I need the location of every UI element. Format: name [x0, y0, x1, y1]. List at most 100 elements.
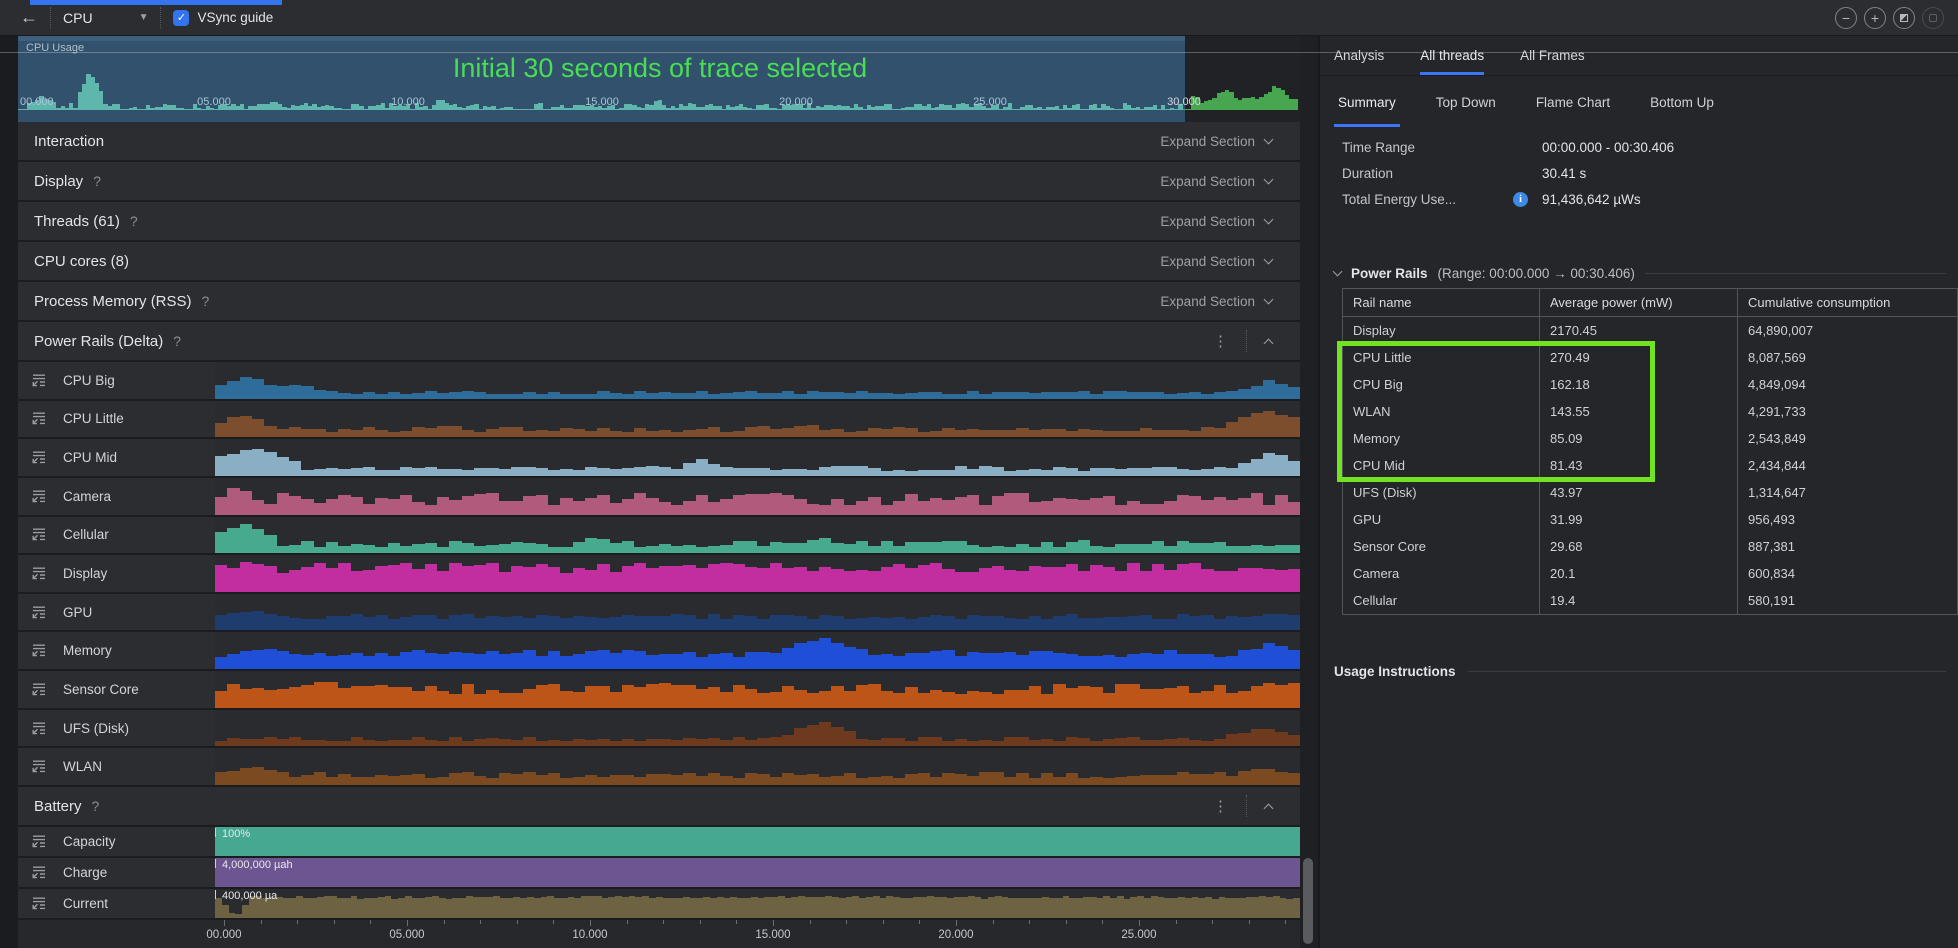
vsync-checkbox-group[interactable]: ✓ VSync guide: [173, 10, 273, 26]
track-label[interactable]: WLAN: [0, 748, 215, 785]
tab-all-frames[interactable]: All Frames: [1520, 48, 1585, 75]
tab-analysis[interactable]: Analysis: [1334, 48, 1384, 75]
power-rails-section-header[interactable]: Power Rails (Delta) ? ⋮: [0, 322, 1300, 362]
track-chart[interactable]: [215, 555, 1300, 592]
section-row-display[interactable]: Display?Expand Section: [0, 162, 1300, 202]
track-label[interactable]: Sensor Core: [0, 671, 215, 708]
scrollbar-thumb[interactable]: [1303, 858, 1313, 944]
section-row-threads-61-[interactable]: Threads (61)?Expand Section: [0, 202, 1300, 242]
power-rails-collapsible-header[interactable]: Power Rails (Range: 00:00.000 → 00:30.40…: [1334, 266, 1946, 281]
tab-top-down[interactable]: Top Down: [1432, 81, 1500, 127]
track-handle-icon[interactable]: [30, 682, 47, 697]
table-row[interactable]: CPU Little270.498,087,569: [1343, 344, 1957, 371]
kebab-menu-icon[interactable]: ⋮: [1213, 332, 1228, 350]
reset-zoom-icon[interactable]: [1893, 7, 1915, 29]
tab-summary[interactable]: Summary: [1334, 81, 1400, 127]
track-label[interactable]: Camera: [0, 478, 215, 515]
cpu-usage-timeline[interactable]: CPU Usage Initial 30 seconds of trace se…: [0, 36, 1300, 122]
expand-section-button[interactable]: Expand Section: [1160, 254, 1272, 269]
section-row-cpu-cores-8-[interactable]: CPU cores (8)Expand Section: [0, 242, 1300, 282]
expand-section-button[interactable]: Expand Section: [1160, 134, 1272, 149]
expand-section-button[interactable]: Expand Section: [1160, 214, 1272, 229]
track-chart[interactable]: [215, 362, 1300, 399]
track-chart[interactable]: [215, 748, 1300, 785]
chart-bar: [597, 539, 609, 553]
kebab-menu-icon[interactable]: ⋮: [1213, 797, 1228, 815]
track-label[interactable]: Memory: [0, 632, 215, 669]
track-label[interactable]: CPU Big: [0, 362, 215, 399]
track-label[interactable]: Display: [0, 555, 215, 592]
track-handle-icon[interactable]: [30, 721, 47, 736]
track-handle-icon[interactable]: [30, 566, 47, 581]
table-row[interactable]: UFS (Disk)43.971,314,647: [1343, 479, 1957, 506]
chart-bar: [733, 495, 745, 515]
vertical-scrollbar[interactable]: [1300, 36, 1318, 948]
track-handle-icon[interactable]: [30, 489, 47, 504]
help-icon[interactable]: ?: [173, 333, 181, 349]
column-header[interactable]: Rail name: [1343, 289, 1539, 316]
back-button[interactable]: ←: [20, 7, 38, 28]
track-label[interactable]: CPU Little: [0, 401, 215, 438]
zoom-in-icon[interactable]: +: [1864, 7, 1886, 29]
track-chart[interactable]: [215, 632, 1300, 669]
track-handle-icon[interactable]: [30, 411, 47, 426]
table-row[interactable]: CPU Big162.184,849,094: [1343, 371, 1957, 398]
track-handle-icon[interactable]: [30, 834, 47, 849]
track-chart[interactable]: 100%: [215, 827, 1300, 856]
checkbox-checked-icon[interactable]: ✓: [173, 10, 189, 26]
track-label[interactable]: Current: [0, 889, 215, 918]
track-chart[interactable]: [215, 439, 1300, 476]
track-handle-icon[interactable]: [30, 527, 47, 542]
track-label[interactable]: Cellular: [0, 517, 215, 554]
track-label[interactable]: GPU: [0, 594, 215, 631]
track-handle-icon[interactable]: [30, 865, 47, 880]
table-row[interactable]: Sensor Core29.68887,381: [1343, 533, 1957, 560]
track-chart[interactable]: [215, 710, 1300, 747]
usage-instructions-header[interactable]: Usage Instructions: [1334, 664, 1946, 679]
section-row-process-memory-rss-[interactable]: Process Memory (RSS)?Expand Section: [0, 282, 1300, 322]
expand-section-button[interactable]: Expand Section: [1160, 294, 1272, 309]
table-row[interactable]: Display2170.4564,890,007: [1343, 317, 1957, 344]
track-label[interactable]: Capacity: [0, 827, 215, 856]
help-icon[interactable]: ?: [92, 798, 100, 814]
track-chart[interactable]: [215, 671, 1300, 708]
help-icon[interactable]: ?: [93, 173, 101, 189]
zoom-out-icon[interactable]: −: [1835, 7, 1857, 29]
info-icon[interactable]: i: [1513, 192, 1528, 207]
process-dropdown[interactable]: CPU ▼: [63, 10, 148, 26]
help-icon[interactable]: ?: [130, 213, 138, 229]
track-handle-icon[interactable]: [30, 605, 47, 620]
collapse-section-icon[interactable]: [1264, 803, 1274, 813]
track-handle-icon[interactable]: [30, 643, 47, 658]
table-row[interactable]: Cellular19.4580,191: [1343, 587, 1957, 614]
track-label[interactable]: UFS (Disk): [0, 710, 215, 747]
track-chart[interactable]: 400,000 µa: [215, 889, 1300, 918]
tab-all-threads[interactable]: All threads: [1420, 48, 1484, 75]
table-row[interactable]: Memory85.092,543,849: [1343, 425, 1957, 452]
column-header[interactable]: Average power (mW): [1539, 289, 1737, 316]
table-row[interactable]: WLAN143.554,291,733: [1343, 398, 1957, 425]
collapse-section-icon[interactable]: [1264, 338, 1274, 348]
tab-bottom-up[interactable]: Bottom Up: [1646, 81, 1718, 127]
tab-flame-chart[interactable]: Flame Chart: [1532, 81, 1614, 127]
expand-section-button[interactable]: Expand Section: [1160, 174, 1272, 189]
track-handle-icon[interactable]: [30, 759, 47, 774]
zoom-to-selection-icon[interactable]: [1922, 7, 1944, 29]
track-chart[interactable]: [215, 401, 1300, 438]
track-handle-icon[interactable]: [30, 896, 47, 911]
battery-section-header[interactable]: Battery ? ⋮: [0, 787, 1300, 827]
track-handle-icon[interactable]: [30, 373, 47, 388]
track-chart[interactable]: [215, 594, 1300, 631]
track-chart[interactable]: [215, 478, 1300, 515]
table-row[interactable]: Camera20.1600,834: [1343, 560, 1957, 587]
track-handle-icon[interactable]: [30, 450, 47, 465]
track-label[interactable]: Charge: [0, 858, 215, 887]
help-icon[interactable]: ?: [202, 293, 210, 309]
track-chart[interactable]: [215, 517, 1300, 554]
table-row[interactable]: CPU Mid81.432,434,844: [1343, 452, 1957, 479]
column-header[interactable]: Cumulative consumption: [1737, 289, 1957, 316]
track-chart[interactable]: 4,000,000 µah: [215, 858, 1300, 887]
track-label[interactable]: CPU Mid: [0, 439, 215, 476]
table-row[interactable]: GPU31.99956,493: [1343, 506, 1957, 533]
section-row-interaction[interactable]: InteractionExpand Section: [0, 122, 1300, 162]
